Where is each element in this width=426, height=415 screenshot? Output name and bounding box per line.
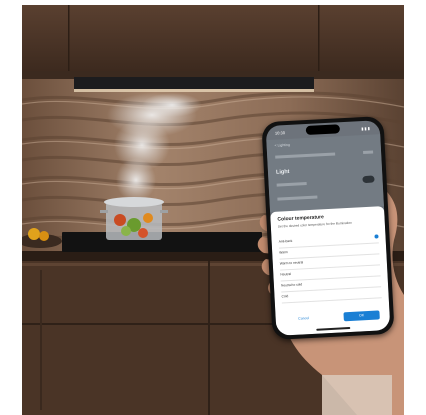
settings-row-value bbox=[363, 150, 374, 155]
colour-temperature-sheet: Colour temperature Set the desired color… bbox=[270, 206, 391, 336]
range-hood bbox=[74, 77, 314, 89]
option-label: Neutral to cold bbox=[280, 282, 303, 288]
option-label: Warm to neutral bbox=[279, 260, 304, 266]
option-label: Neutral bbox=[280, 272, 292, 277]
ok-button[interactable]: OK bbox=[343, 310, 380, 322]
upper-cabinets bbox=[22, 5, 404, 77]
settings-row bbox=[275, 152, 336, 159]
settings-background: < Lighting Light bbox=[266, 134, 384, 213]
smartphone: 10:30 ▮▮▮ < Lighting Light Colour temper… bbox=[261, 115, 395, 341]
option-label: Warm bbox=[279, 250, 288, 255]
settings-row bbox=[276, 182, 307, 187]
cancel-button[interactable]: Cancel bbox=[286, 313, 322, 324]
status-time: 10:30 bbox=[274, 130, 286, 136]
phone-screen: 10:30 ▮▮▮ < Lighting Light Colour temper… bbox=[265, 120, 391, 336]
settings-row bbox=[277, 195, 318, 201]
light-toggle[interactable] bbox=[362, 175, 375, 184]
option-label: Cold bbox=[281, 294, 289, 299]
home-indicator bbox=[316, 326, 351, 331]
signal-icon: ▮▮▮ bbox=[361, 125, 371, 132]
sleeve bbox=[322, 375, 392, 415]
option-label: Anti-back bbox=[278, 238, 293, 244]
dynamic-island bbox=[305, 124, 341, 136]
selected-radio-icon bbox=[374, 234, 379, 239]
section-header: Light bbox=[275, 168, 290, 176]
back-link[interactable]: < Lighting bbox=[275, 143, 290, 148]
sheet-title: Colour temperature bbox=[277, 214, 324, 223]
